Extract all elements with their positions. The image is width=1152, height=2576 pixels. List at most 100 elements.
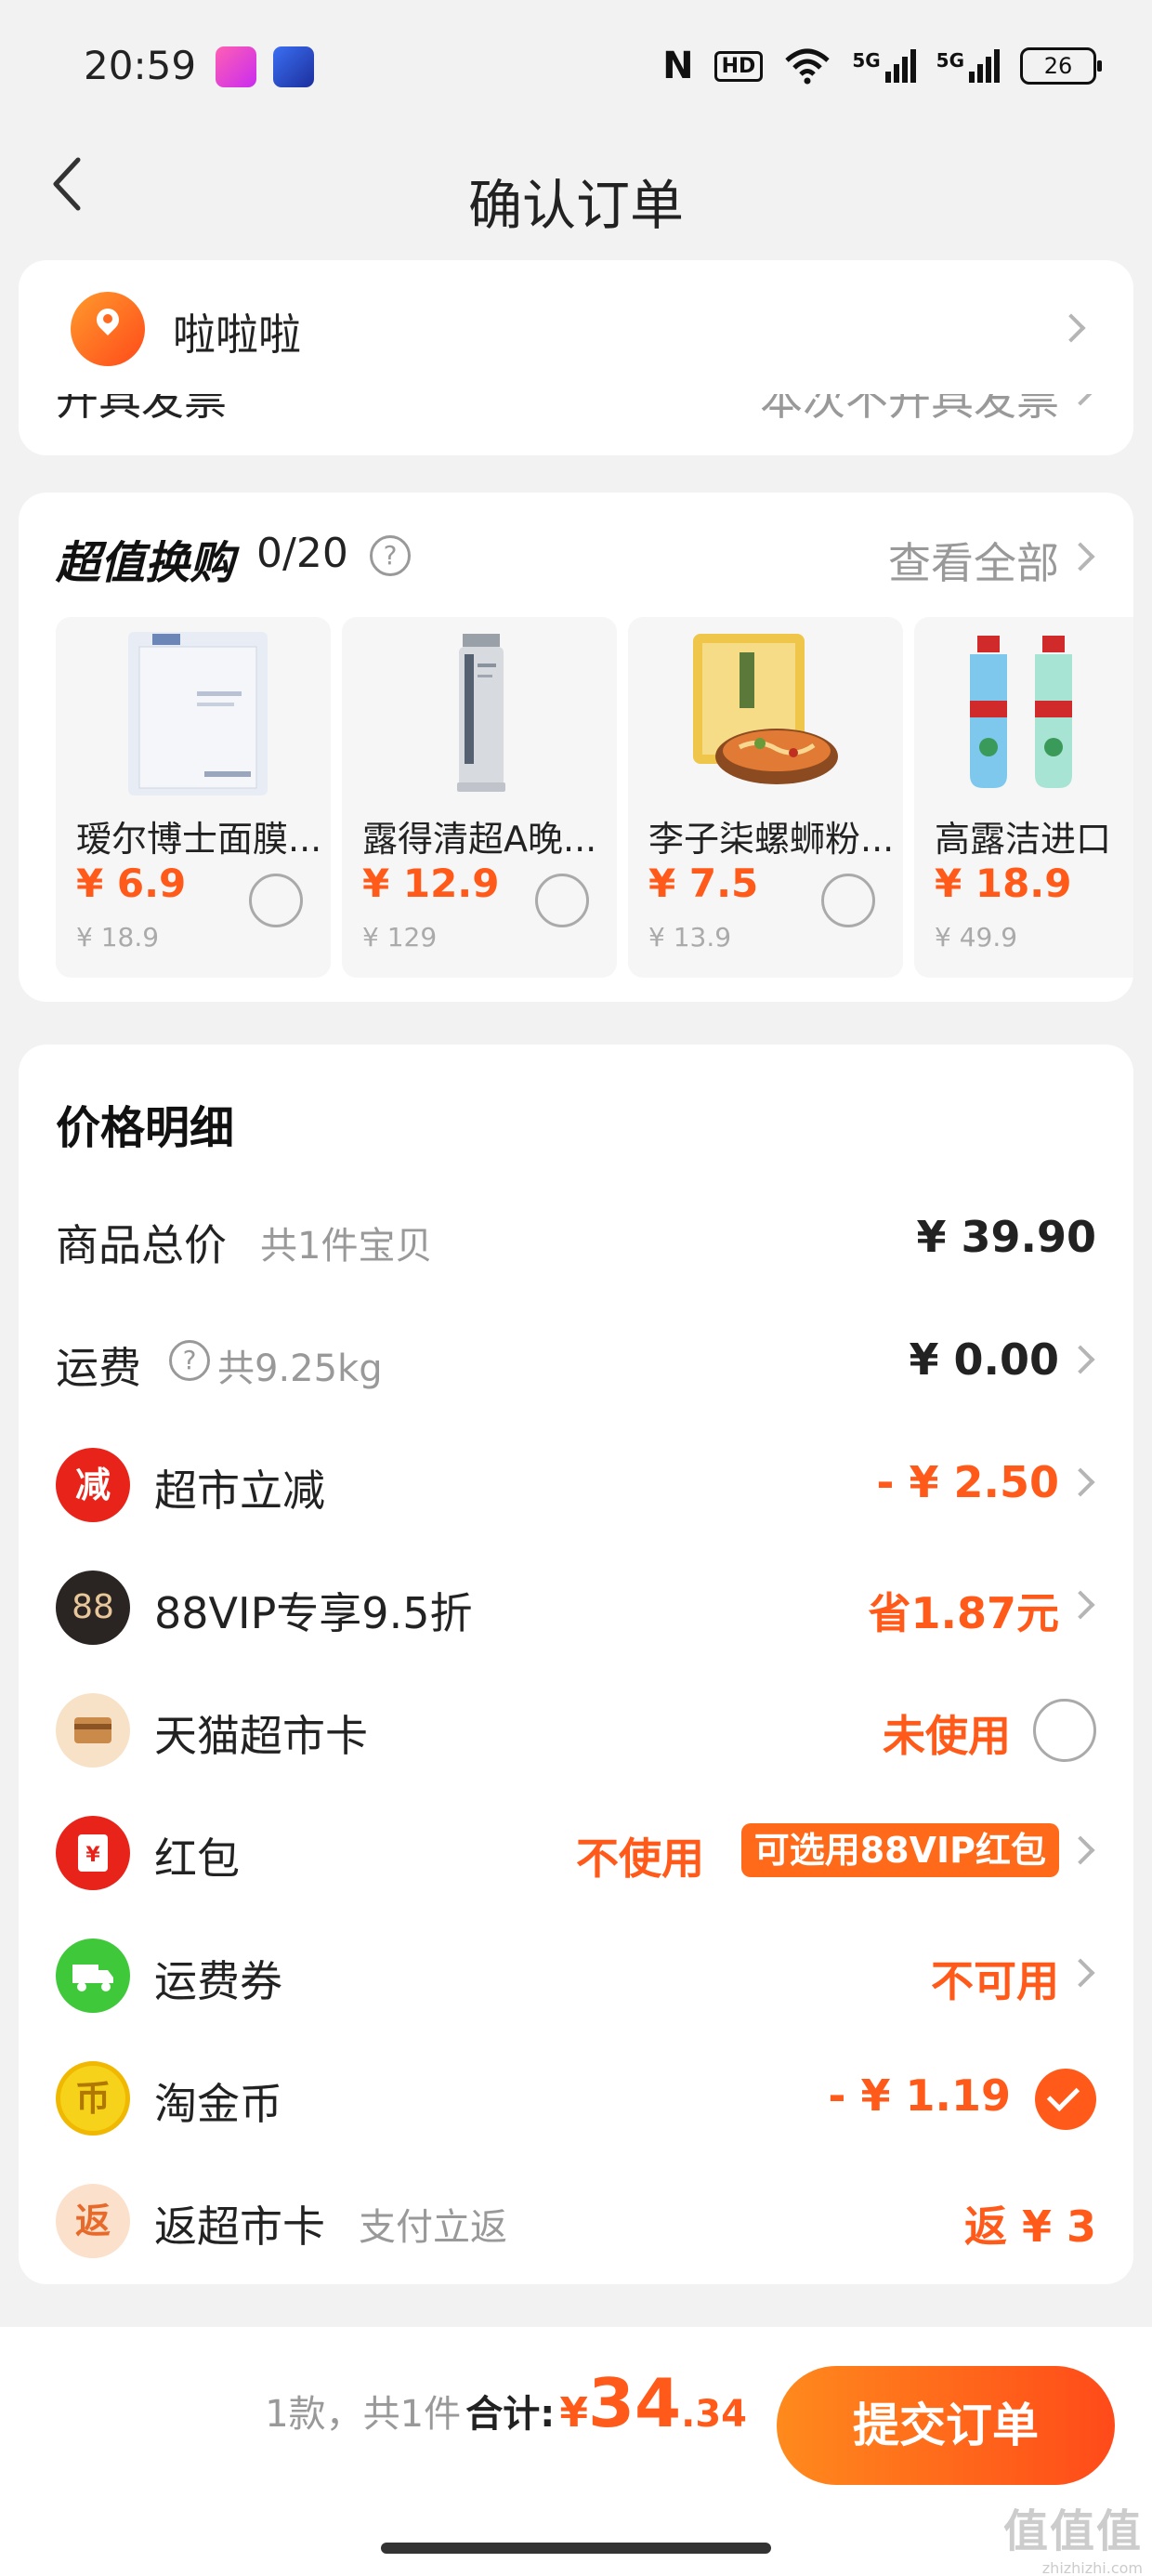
cashback-icon: 返 (56, 2184, 130, 2258)
home-indicator[interactable] (381, 2543, 771, 2554)
product-select-checkbox[interactable] (821, 874, 875, 927)
row-sub: 共1件宝贝 (260, 1225, 433, 1268)
row-value: 返 ¥ 3 (963, 2201, 1096, 2252)
card-icon (56, 1693, 130, 1768)
vip-discount-row[interactable]: 88 88VIP专享9.5折 省1.87元 (19, 1550, 1133, 1673)
page-title: 确认订单 (467, 174, 684, 237)
product-select-checkbox[interactable] (535, 874, 589, 927)
red-packet-row[interactable]: ¥ 红包 不使用 可选用88VIP红包 (19, 1795, 1133, 1918)
battery-icon: 26 (1020, 47, 1102, 85)
product-original-price: ¥ 13.9 (648, 922, 732, 953)
signal-icon-1: 5G (852, 49, 916, 83)
gold-coin-icon: 币 (56, 2061, 130, 2136)
red-packet-icon: ¥ (56, 1816, 130, 1890)
tradeup-count: 0/20 (256, 530, 348, 577)
gold-coin-checkbox[interactable] (1035, 2069, 1096, 2130)
chevron-right-icon (1066, 1958, 1095, 1988)
row-value: ¥ 39.90 (916, 1212, 1096, 1262)
help-icon[interactable]: ? (169, 1340, 210, 1381)
row-sub: 支付立返 (359, 2206, 507, 2249)
row-value: - ¥ 2.50 (876, 1457, 1059, 1507)
truck-icon (56, 1939, 130, 2013)
row-value: 未使用 (883, 1711, 1011, 1761)
cashback-row: 返 返超市卡 支付立返 返 ¥ 3 (19, 2163, 1133, 2286)
watermark: 值值值 zhizhizhi.com (1002, 2505, 1143, 2576)
product-price: ¥ 6.9 (76, 861, 187, 906)
signal-icon-2: 5G (936, 49, 1000, 83)
discount-icon: 减 (56, 1448, 130, 1522)
product-card[interactable]: 李子柒螺蛳粉... ¥ 7.5 ¥ 13.9 (628, 617, 903, 978)
invoice-row[interactable]: 开具发票 本次不开具发票 (19, 394, 1133, 455)
product-price: ¥ 12.9 (362, 861, 500, 906)
face-mask-product-icon (128, 632, 268, 795)
product-name: 露得清超A晚... (362, 819, 597, 860)
row-value: 不使用 (576, 1833, 704, 1884)
invoice-label: 开具发票 (56, 394, 227, 425)
product-card[interactable]: 露得清超A晚... ¥ 12.9 ¥ 129 (342, 617, 617, 978)
submit-order-button[interactable]: 提交订单 (777, 2366, 1115, 2485)
product-price: ¥ 7.5 (648, 861, 759, 906)
chevron-right-icon (1066, 1467, 1095, 1497)
row-label: 88VIP专享9.5折 (154, 1588, 473, 1638)
total-amount: ¥34.34 (559, 2364, 747, 2442)
row-label: 红包 (154, 1833, 240, 1884)
row-sub: 共9.25kg (217, 1347, 383, 1390)
product-name: 瑷尔博士面膜... (76, 819, 322, 860)
news-app-notification-icon (273, 46, 314, 87)
wifi-icon (785, 48, 830, 85)
nfc-icon: N (662, 45, 694, 87)
product-original-price: ¥ 18.9 (76, 922, 160, 953)
cream-tube-product-icon (457, 634, 505, 792)
help-icon[interactable]: ? (370, 535, 411, 576)
row-label: 商品总价 (56, 1220, 227, 1270)
hd-voice-icon: HD (713, 50, 764, 82)
product-select-checkbox[interactable] (249, 874, 303, 927)
tradeup-product-list: 瑷尔博士面膜... ¥ 6.9 ¥ 18.9 露得清超A晚... ¥ 12.9 … (56, 617, 1133, 978)
row-label: 天猫超市卡 (154, 1711, 368, 1761)
row-label: 运费 (56, 1343, 141, 1393)
product-card[interactable]: 瑷尔博士面膜... ¥ 6.9 ¥ 18.9 (56, 617, 331, 978)
chevron-right-icon (1066, 1835, 1095, 1865)
row-value: 不可用 (931, 1956, 1059, 2006)
product-card[interactable]: 高露洁进口 ¥ 18.9 ¥ 49.9 (914, 617, 1133, 978)
vip-88-icon: 88 (56, 1571, 130, 1645)
address-name: 啦啦啦 (173, 309, 301, 360)
row-label: 返超市卡 (154, 2201, 325, 2252)
location-pin-icon (71, 292, 145, 366)
total-label: 合计: (465, 2393, 556, 2436)
row-value: - ¥ 1.19 (828, 2070, 1011, 2121)
tradeup-section: 超值换购 0/20 ? 查看全部 瑷尔博士面膜... ¥ 6.9 ¥ 18.9 (19, 493, 1133, 1002)
chevron-right-icon (1066, 1345, 1095, 1374)
item-count: 1款，共1件 (265, 2393, 462, 2436)
tmall-card-toggle[interactable] (1033, 1699, 1096, 1762)
gold-coin-row[interactable]: 币 淘金币 - ¥ 1.19 (19, 2041, 1133, 2163)
row-value: ¥ 0.00 (909, 1334, 1059, 1385)
status-time: 20:59 (84, 43, 197, 88)
status-bar: 20:59 N HD 5G 5G 26 (0, 0, 1152, 139)
goods-total-row: 商品总价 共1件宝贝 ¥ 39.90 (19, 1182, 1133, 1305)
product-name: 李子柒螺蛳粉... (648, 819, 895, 860)
address-card[interactable]: 啦啦啦 (19, 260, 1133, 394)
product-original-price: ¥ 129 (362, 922, 438, 953)
mouthwash-product-icon (970, 636, 1072, 788)
row-label: 超市立减 (154, 1465, 325, 1516)
svg-text:¥: ¥ (85, 1844, 100, 1867)
chevron-right-icon (1066, 394, 1095, 406)
row-value: 省1.87元 (868, 1588, 1060, 1638)
product-price: ¥ 18.9 (935, 861, 1072, 906)
product-name: 高露洁进口 (935, 819, 1112, 860)
view-all-link[interactable]: 查看全部 (888, 530, 1059, 591)
order-summary: 1款，共1件 合计: ¥34.34 (265, 2364, 747, 2442)
vip-red-packet-tag[interactable]: 可选用88VIP红包 (740, 1823, 1059, 1877)
address-section[interactable]: 啦啦啦 (0, 260, 1152, 400)
tradeup-title: 超值换购 (56, 537, 235, 589)
chevron-right-icon (1066, 542, 1095, 572)
tmall-card-row[interactable]: 天猫超市卡 未使用 (19, 1673, 1133, 1795)
status-icons: N HD 5G 5G 26 (662, 45, 1102, 87)
instant-discount-row[interactable]: 减 超市立减 - ¥ 2.50 (19, 1427, 1133, 1550)
price-detail-title: 价格明细 (56, 1102, 235, 1154)
shipping-row[interactable]: 运费 ? 共9.25kg ¥ 0.00 (19, 1305, 1133, 1427)
header: 确认订单 (0, 121, 1152, 260)
row-label: 运费券 (154, 1956, 282, 2006)
shipping-coupon-row[interactable]: 运费券 不可用 (19, 1918, 1133, 2041)
